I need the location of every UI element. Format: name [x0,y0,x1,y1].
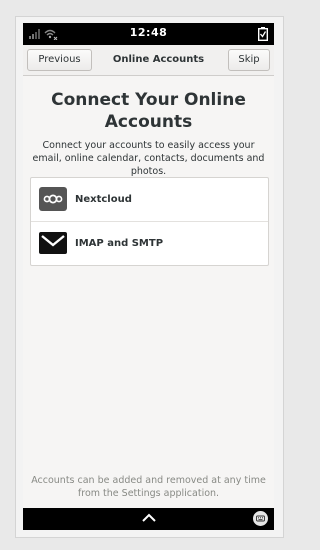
page-title: Connect Your Online Accounts [51,90,246,132]
navigation-bar [23,508,274,530]
footer-note: Accounts can be added and removed at any… [31,475,266,499]
account-row-imap-smtp[interactable]: IMAP and SMTP [31,222,268,265]
page-subtitle: Connect your accounts to easily access y… [32,140,265,177]
keyboard-icon[interactable] [253,511,268,526]
mail-icon [39,232,67,254]
account-label-nextcloud: Nextcloud [75,194,132,205]
status-bar: 12:48 [23,23,274,45]
accounts-list: Nextcloud IMAP and SMTP [30,177,269,266]
account-label-imap-smtp: IMAP and SMTP [75,238,164,249]
skip-button[interactable]: Skip [228,49,270,71]
clock: 12:48 [129,26,168,39]
account-row-nextcloud[interactable]: Nextcloud [31,178,268,222]
chevron-up-icon[interactable] [141,512,157,524]
previous-button[interactable]: Previous [27,49,92,71]
header-bar: Previous Online Accounts Skip [23,45,274,76]
phone-screen: 12:48 Previous Online Accounts Skip Conn… [23,23,274,530]
header-title: Online Accounts [112,54,205,65]
battery-icon [258,27,268,41]
nextcloud-icon [39,187,67,211]
